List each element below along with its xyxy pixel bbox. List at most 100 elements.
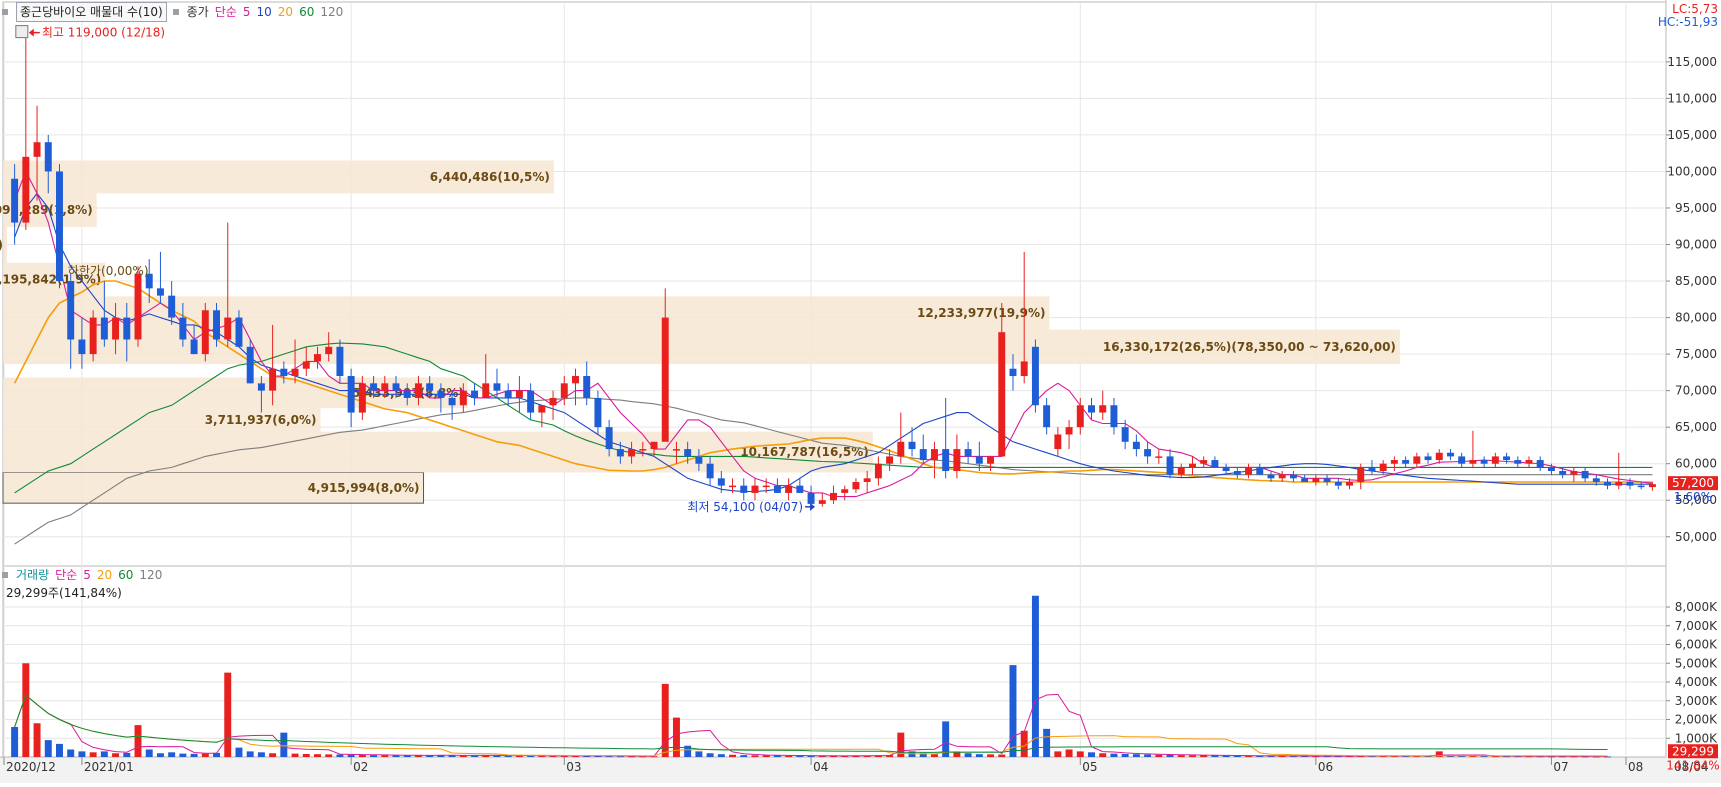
- candle-body: [1368, 467, 1376, 472]
- legend-vol-ma-5[interactable]: 5: [83, 566, 91, 584]
- candle-body: [672, 449, 680, 451]
- candle-body: [1637, 485, 1645, 488]
- candle-body: [1514, 460, 1522, 464]
- volume-bar: [1054, 751, 1062, 757]
- legend-ma-5[interactable]: 5: [243, 3, 251, 21]
- candle-body: [886, 456, 894, 464]
- candle-body: [1626, 481, 1634, 486]
- volume-bar: [1099, 753, 1107, 757]
- volume-bar: [370, 755, 378, 757]
- candle-body: [179, 317, 187, 340]
- candle-body: [863, 478, 871, 482]
- volume-bar: [1043, 728, 1051, 757]
- candle-body: [325, 346, 333, 355]
- candle-body: [1424, 456, 1432, 461]
- high-annotation: 최고 119,000 (12/18): [42, 26, 165, 40]
- volume-bar: [717, 754, 725, 757]
- volume-bar: [257, 752, 265, 757]
- current-volume-label: 29,299: [1672, 744, 1714, 758]
- candle-body: [78, 339, 86, 355]
- volume-bar: [145, 749, 153, 757]
- candle-body: [302, 361, 310, 369]
- volume-bar: [381, 755, 389, 757]
- volume-bar: [1065, 749, 1073, 757]
- candle-body: [841, 489, 849, 493]
- legend-ma-120[interactable]: 120: [320, 3, 343, 21]
- candle-body: [459, 390, 467, 406]
- candle-body: [560, 383, 568, 398]
- candle-body: [168, 295, 176, 318]
- price-tick-label: 95,000: [1675, 201, 1717, 215]
- volume-tick-label: 6,000K: [1675, 638, 1718, 652]
- candle-body: [1446, 452, 1454, 457]
- price-tick-label: 100,000: [1667, 164, 1717, 178]
- legend-vol-ma-120[interactable]: 120: [139, 566, 162, 584]
- candle-body: [1458, 456, 1466, 464]
- candle-body: [358, 383, 366, 413]
- candle-body: [504, 390, 512, 398]
- candle-body: [785, 485, 793, 493]
- candle-body: [740, 485, 748, 493]
- x-tick-label: 04: [813, 760, 828, 774]
- legend-ma-10[interactable]: 10: [257, 3, 272, 21]
- volume-bar: [1480, 756, 1488, 758]
- candle-body: [953, 449, 961, 472]
- candle-body: [796, 485, 804, 493]
- candle-body: [1144, 449, 1152, 457]
- volume-bar: [706, 753, 714, 757]
- candle-body: [1088, 405, 1095, 413]
- legend-ma-20[interactable]: 20: [278, 3, 293, 21]
- candle-body: [291, 368, 299, 377]
- volume-bar: [179, 753, 187, 757]
- candle-body: [908, 441, 916, 450]
- chart-canvas[interactable]: 50,00055,00060,00065,00070,00075,00080,0…: [0, 0, 1721, 783]
- volume-bar: [762, 755, 770, 757]
- price-tick-label: 75,000: [1675, 347, 1717, 361]
- stock-chart[interactable]: 50,000 55,000 60,000 65,000 70,000 75,000 80,0…: [0, 0, 1721, 783]
- chart-title[interactable]: 종근당바이오 매물대 수(10): [16, 2, 167, 22]
- legend-square-icon: [2, 9, 8, 15]
- candle-body: [807, 492, 815, 504]
- legend-vol-ma-20[interactable]: 20: [97, 566, 112, 584]
- volume-bar: [964, 753, 972, 757]
- candle-body: [998, 332, 1006, 457]
- candle-body: [235, 317, 243, 347]
- price-tick-label: 110,000: [1667, 91, 1717, 105]
- candle-body: [572, 376, 579, 384]
- candle-body: [942, 449, 950, 472]
- current-volume-change: 141,84%: [1666, 758, 1719, 772]
- candle-body: [471, 390, 479, 398]
- candle-body: [527, 390, 535, 413]
- candle-body: [1480, 460, 1488, 464]
- candle-body: [269, 368, 277, 391]
- legend-volume-method: 단순: [55, 568, 78, 582]
- volume-tick-label: 4,000K: [1675, 675, 1718, 689]
- candle-body: [1200, 460, 1208, 464]
- candle-body: [1413, 456, 1421, 464]
- legend-ma-60[interactable]: 60: [299, 3, 314, 21]
- legend-vol-ma-60[interactable]: 60: [118, 566, 133, 584]
- candle-body: [246, 346, 254, 384]
- volume-bar: [22, 663, 30, 757]
- price-tick-label: 60,000: [1675, 457, 1717, 471]
- current-price-label: 57,200: [1672, 476, 1714, 490]
- candle-body: [112, 317, 120, 340]
- volume-bar: [987, 754, 995, 757]
- candle-body: [583, 376, 591, 398]
- candle-body: [1132, 441, 1140, 450]
- candle-body: [1559, 471, 1567, 475]
- volume-profile-label: 6,440,486(10,5%): [430, 170, 550, 184]
- candle-body: [1188, 463, 1196, 468]
- low-annotation: 최저 54,100 (04/07): [687, 500, 803, 514]
- candle-body: [1469, 460, 1477, 464]
- candle-body: [100, 317, 108, 340]
- candle-body: [1121, 427, 1129, 442]
- volume-bar: [201, 753, 209, 757]
- candle-body: [437, 390, 445, 398]
- candle-body: [314, 354, 321, 362]
- legend-square-icon: [2, 572, 8, 578]
- volume-bar: [1188, 755, 1196, 757]
- candle-body: [729, 485, 737, 488]
- candle-body: [1503, 456, 1511, 461]
- volume-bar: [930, 754, 938, 757]
